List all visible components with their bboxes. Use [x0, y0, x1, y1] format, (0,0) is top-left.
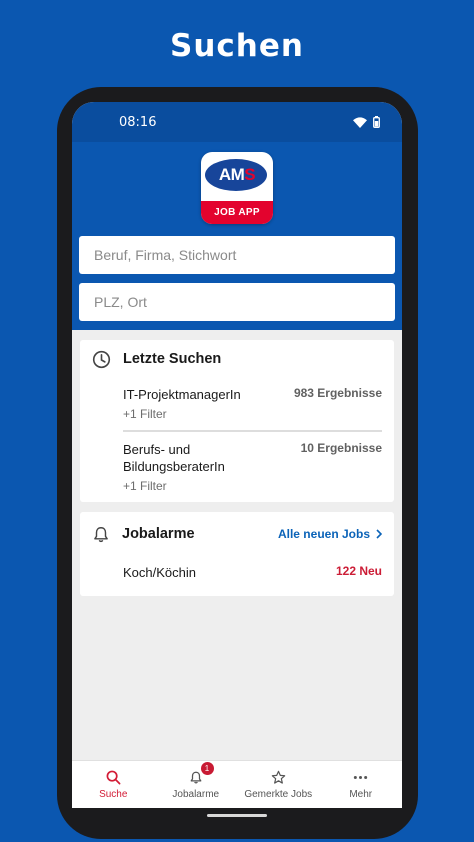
nav-more[interactable]: Mehr	[320, 761, 403, 808]
search-header: AMS JOB APP	[72, 142, 402, 330]
more-dots-icon	[354, 775, 368, 779]
nav-saved-jobs[interactable]: Gemerkte Jobs	[237, 761, 320, 808]
home-indicator	[207, 814, 267, 817]
nav-search-label: Suche	[99, 788, 128, 800]
bottom-navigation: Suche 1 Jobalarme Gemerkte Jobs Mehr	[72, 760, 402, 808]
clock-icon	[92, 350, 111, 368]
star-icon	[271, 770, 285, 784]
logo-wordmark: AMS	[218, 165, 256, 184]
recent-search-item[interactable]: IT-ProjektmanagerIn +1 Filter 983 Ergebn…	[80, 386, 394, 421]
location-input[interactable]	[79, 283, 395, 321]
recent-search-item[interactable]: Berufs- und BildungsberaterIn +1 Filter …	[80, 441, 394, 493]
recent-search-count: 10 Ergebnisse	[300, 441, 382, 455]
recent-search-name: Berufs- und BildungsberaterIn	[123, 442, 225, 474]
nav-search[interactable]: Suche	[72, 761, 155, 808]
ams-job-app-logo: AMS JOB APP	[201, 152, 273, 224]
wifi-icon	[353, 116, 367, 128]
notification-badge: 1	[200, 762, 214, 775]
status-bar: 08:16	[72, 102, 402, 142]
recent-search-filter: +1 Filter	[123, 479, 167, 493]
app-screen: 08:16 AMS JOB APP Beruf, Firma, Stichwor…	[72, 102, 402, 808]
nav-more-label: Mehr	[349, 788, 373, 800]
job-alarm-item[interactable]: Koch/Köchin 122 Neu	[80, 564, 394, 581]
bell-icon	[94, 526, 108, 542]
recent-searches-title: Letzte Suchen	[123, 351, 222, 367]
bell-icon	[190, 771, 202, 783]
logo-tagline: JOB APP	[201, 201, 273, 224]
chevron-right-icon	[376, 529, 382, 539]
recent-searches-card: Letzte Suchen IT-ProjektmanagerIn +1 Fil…	[80, 340, 394, 502]
search-icon	[106, 770, 121, 784]
battery-icon	[373, 116, 380, 128]
query-input[interactable]	[79, 236, 395, 274]
nav-job-alarms[interactable]: 1 Jobalarme	[155, 761, 238, 808]
recent-search-count: 983 Ergebnisse	[293, 386, 382, 400]
page-headline: Suchen	[170, 28, 304, 64]
nav-saved-jobs-label: Gemerkte Jobs	[244, 788, 313, 800]
job-alarms-title: Jobalarme	[122, 526, 195, 542]
job-alarms-card: Jobalarme Alle neuen Jobs Koch/Köchin 12…	[80, 512, 394, 596]
divider	[123, 430, 382, 432]
status-icons	[353, 116, 380, 128]
all-new-jobs-link[interactable]: Alle neuen Jobs	[278, 527, 382, 541]
nav-job-alarms-label: Jobalarme	[172, 788, 220, 800]
recent-search-filter: +1 Filter	[123, 407, 167, 421]
job-alarm-new-count: 122 Neu	[335, 564, 382, 578]
status-time: 08:16	[119, 114, 157, 130]
